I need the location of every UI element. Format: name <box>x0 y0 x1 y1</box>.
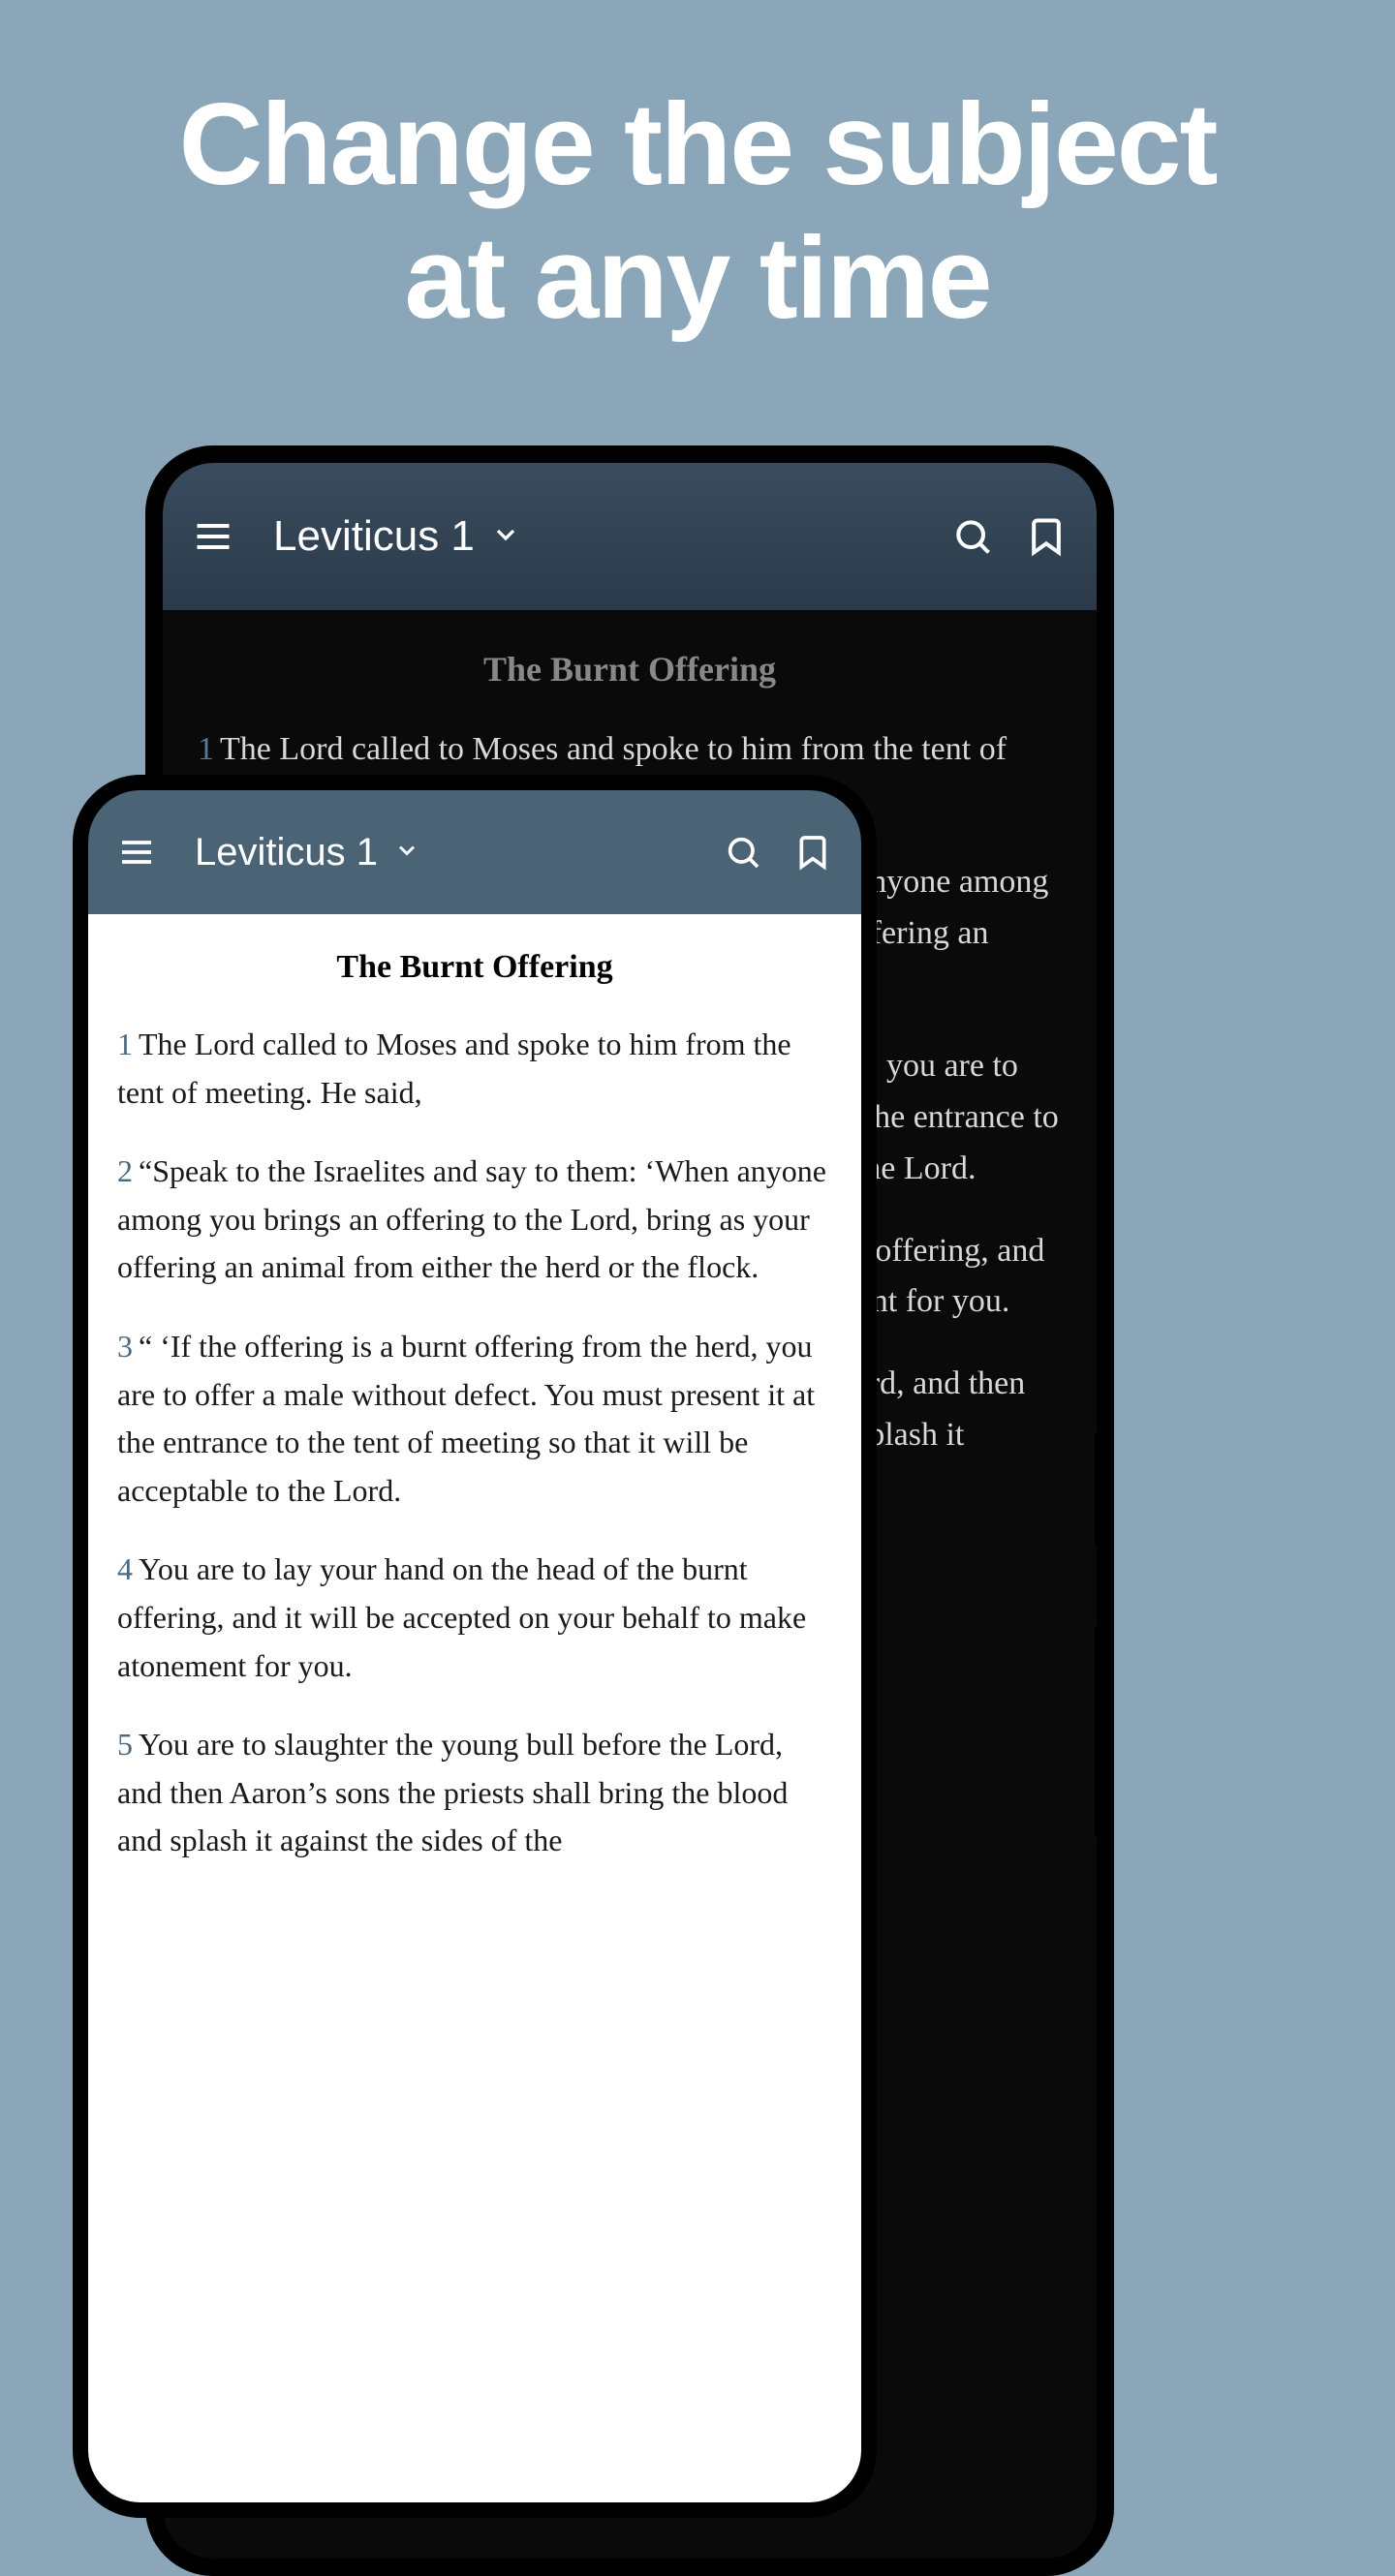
verse-text: The Lord called to Moses and spoke to hi… <box>117 1027 791 1110</box>
verse-number: 1 <box>198 731 214 767</box>
verse: 5You are to slaughter the young bull bef… <box>117 1721 832 1865</box>
verse-number: 5 <box>117 1727 133 1762</box>
verse-number: 2 <box>117 1153 133 1188</box>
verse-number: 1 <box>117 1027 133 1061</box>
verse-text: You are to lay your hand on the head of … <box>117 1551 806 1682</box>
verse-text: You are to slaughter the young bull befo… <box>117 1727 788 1857</box>
menu-icon[interactable] <box>192 515 234 558</box>
promo-headline: Change the subject at any time <box>0 0 1395 345</box>
verse-text: “ ‘If the offering is a burnt offering f… <box>117 1329 815 1508</box>
chevron-down-icon <box>490 519 521 555</box>
verse: 4You are to lay your hand on the head of… <box>117 1546 832 1690</box>
search-icon[interactable] <box>951 515 994 558</box>
chapter-title: Leviticus 1 <box>195 831 378 874</box>
verse-number: 4 <box>117 1551 133 1586</box>
search-icon[interactable] <box>724 833 762 872</box>
phone-mockup-light: Leviticus 1 The Burnt Offering 1The Lord… <box>73 775 877 2518</box>
chapter-selector[interactable]: Leviticus 1 <box>273 512 924 561</box>
phone-side-button <box>1095 1625 1102 1838</box>
bookmark-icon[interactable] <box>793 833 832 872</box>
verse: 2“Speak to the Israelites and say to the… <box>117 1148 832 1292</box>
chapter-selector[interactable]: Leviticus 1 <box>195 831 697 874</box>
section-title: The Burnt Offering <box>198 649 1062 690</box>
section-title: The Burnt Offering <box>117 949 832 986</box>
verse-number: 3 <box>117 1329 133 1364</box>
reading-content-light[interactable]: The Burnt Offering 1The Lord called to M… <box>88 914 861 2502</box>
chapter-title: Leviticus 1 <box>273 512 475 561</box>
menu-icon[interactable] <box>117 833 156 872</box>
phone-side-button <box>1095 1431 1102 1548</box>
app-header-dark: Leviticus 1 <box>163 463 1097 610</box>
app-header-light: Leviticus 1 <box>88 790 861 914</box>
verse: 1The Lord called to Moses and spoke to h… <box>117 1021 832 1117</box>
chevron-down-icon <box>393 837 420 869</box>
bookmark-icon[interactable] <box>1025 515 1068 558</box>
verse-text: “Speak to the Israelites and say to them… <box>117 1153 826 1284</box>
verse: 3“ ‘If the offering is a burnt offering … <box>117 1323 832 1515</box>
